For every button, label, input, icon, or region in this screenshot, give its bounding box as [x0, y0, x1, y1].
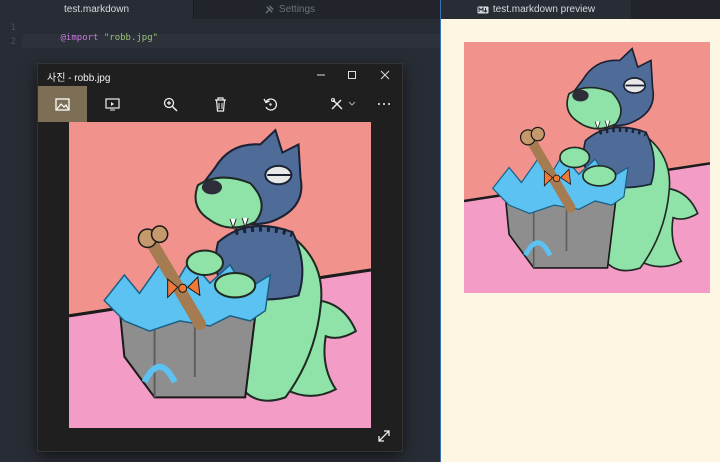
tab-label: Settings [278, 4, 316, 15]
close-button[interactable] [374, 66, 396, 84]
slideshow-button[interactable] [92, 86, 132, 122]
photos-app-window: 사진 - robb.jpg [38, 64, 402, 451]
import-keyword: @import [60, 33, 99, 43]
image-view-button[interactable] [38, 86, 87, 122]
chevron-down-icon [348, 101, 356, 106]
maximize-icon [348, 71, 356, 79]
window-title: 사진 - robb.jpg [47, 73, 111, 84]
photo-view[interactable] [69, 122, 371, 428]
delete-button[interactable] [200, 86, 240, 122]
photos-toolbar [38, 86, 402, 122]
robb-image-preview [464, 42, 710, 293]
window-titlebar[interactable]: 사진 - robb.jpg [38, 64, 402, 86]
edit-button[interactable] [320, 86, 366, 122]
edit-icon [331, 98, 343, 110]
tab-test-markdown[interactable]: test.markdown [0, 0, 193, 19]
import-path-string: "robb.jpg" [103, 33, 159, 43]
editor-tab-bar: test.markdown Settings [0, 0, 440, 19]
preview-pane: test.markdown preview [441, 0, 720, 462]
tools-icon [264, 4, 275, 15]
close-icon [380, 70, 390, 80]
more-icon [378, 103, 390, 105]
markdown-icon [477, 6, 489, 14]
line-number-gutter: 1 2 [0, 19, 22, 462]
minimize-icon [317, 74, 325, 76]
zoom-button[interactable] [150, 86, 190, 122]
app-root: test.markdown Settings 1 2 @import "robb… [0, 0, 720, 462]
line-number: 2 [10, 37, 16, 47]
zoom-in-icon [163, 97, 178, 112]
tab-markdown-preview[interactable]: test.markdown preview [441, 0, 631, 19]
image-view-icon [55, 97, 70, 111]
minimize-button[interactable] [310, 66, 332, 84]
slideshow-icon [104, 97, 120, 110]
preview-tab-bar: test.markdown preview [441, 0, 720, 19]
tab-label: test.markdown preview [492, 4, 596, 15]
fullscreen-button[interactable] [373, 426, 395, 446]
maximize-button[interactable] [341, 66, 363, 84]
rotate-icon [262, 97, 277, 111]
tab-settings[interactable]: Settings [193, 0, 385, 19]
more-button[interactable] [366, 86, 402, 122]
rotate-button[interactable] [250, 86, 290, 122]
code-line[interactable]: @import "robb.jpg" [28, 23, 159, 53]
tab-label: test.markdown [63, 4, 130, 15]
preview-rendered-image [464, 42, 710, 293]
delete-icon [214, 96, 226, 112]
expand-icon [378, 430, 390, 442]
robb-image [69, 122, 371, 428]
line-number: 1 [10, 23, 16, 33]
